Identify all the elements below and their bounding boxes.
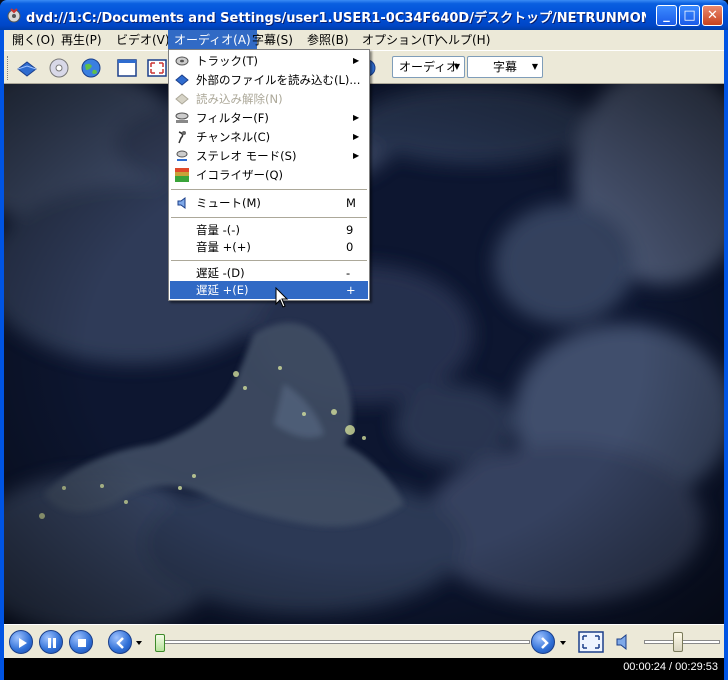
minimize-button[interactable]: _ — [656, 5, 677, 26]
menu-separator — [171, 260, 367, 261]
menu-video[interactable]: ビデオ(V) — [110, 30, 176, 50]
stop-icon — [78, 639, 86, 647]
stop-button[interactable] — [69, 630, 93, 654]
seek-bar[interactable] — [155, 634, 530, 652]
forward-menu-arrow-icon[interactable] — [559, 639, 567, 647]
menu-item-label: 音量 +(+) — [196, 240, 251, 254]
menu-item-unload: 読み込み解除(N) — [170, 90, 368, 108]
menu-separator — [171, 189, 367, 190]
volume-handle[interactable] — [672, 632, 683, 652]
submenu-arrow-icon: ▶ — [353, 132, 360, 141]
subtitle-dropdown-label: 字幕 — [492, 60, 517, 74]
menu-separator — [171, 217, 367, 218]
fullscreen-icon[interactable] — [146, 57, 168, 79]
mute-icon — [177, 197, 186, 209]
app-icon — [7, 8, 21, 23]
unload-icon — [175, 93, 189, 105]
menu-item-volume-up[interactable]: 音量 +(+) 0 — [170, 238, 368, 256]
menu-item-filter[interactable]: フィルター(F) ▶ — [170, 109, 368, 127]
channel-icon — [178, 131, 186, 144]
menu-audio[interactable]: オーディオ(A) — [168, 30, 257, 50]
menu-item-volume-down[interactable]: 音量 -(-) 9 — [170, 221, 368, 239]
menu-open[interactable]: 開く(O) — [6, 30, 61, 50]
menu-item-shortcut: 9 — [346, 223, 354, 237]
load-file-icon — [175, 74, 189, 86]
rewind-menu-arrow-icon[interactable] — [135, 639, 143, 647]
menu-item-label: チャンネル(C) — [196, 130, 271, 144]
stereo-icon — [176, 150, 188, 161]
menu-item-channel[interactable]: チャンネル(C) ▶ — [170, 128, 368, 146]
menu-item-mute[interactable]: ミュート(M) M — [170, 194, 368, 212]
close-button[interactable]: ✕ — [702, 5, 723, 26]
title-bar[interactable]: dvd://1:C:/Documents and Settings/user1.… — [0, 0, 728, 30]
menu-item-label: ステレオ モード(S) — [196, 149, 297, 163]
menu-item-delay-down[interactable]: 遅延 -(D) - — [170, 264, 368, 282]
filter-icon — [175, 112, 189, 123]
globe-icon[interactable] — [80, 57, 102, 79]
menu-item-label: 読み込み解除(N) — [196, 92, 283, 106]
forward-icon — [541, 637, 549, 649]
menu-play[interactable]: 再生(P) — [55, 30, 108, 50]
menu-item-stereo-mode[interactable]: ステレオ モード(S) ▶ — [170, 147, 368, 165]
submenu-arrow-icon: ▶ — [353, 151, 360, 160]
menu-item-label: フィルター(F) — [196, 111, 269, 125]
maximize-button[interactable]: □ — [679, 5, 700, 26]
menu-bar: 開く(O) 再生(P) ビデオ(V) オーディオ(A) 字幕(S) 参照(B) … — [4, 30, 724, 50]
open-file-icon[interactable] — [16, 57, 38, 79]
status-bar: 00:00:24 / 00:29:53 — [4, 658, 724, 680]
menu-item-shortcut: M — [346, 196, 356, 210]
chevron-down-icon: ▼ — [453, 62, 460, 71]
submenu-arrow-icon: ▶ — [353, 56, 360, 65]
equalizer-icon — [175, 168, 189, 182]
menu-item-load-external[interactable]: 外部のファイルを読み込む(L)... — [170, 71, 368, 89]
disc-icon[interactable] — [48, 57, 70, 79]
play-button[interactable] — [9, 630, 33, 654]
menu-item-label: トラック(T) — [196, 54, 258, 68]
window-mode-icon[interactable] — [116, 57, 138, 79]
menu-item-shortcut: 0 — [346, 240, 354, 254]
audio-track-dropdown[interactable]: オーディオ ▼ — [392, 56, 465, 78]
volume-slider[interactable] — [644, 632, 720, 652]
menu-subtitles[interactable]: 字幕(S) — [246, 30, 299, 50]
speaker-icon — [175, 56, 189, 66]
fullscreen-toggle-icon[interactable] — [578, 630, 604, 654]
audio-dropdown-label: オーディオ — [399, 60, 459, 74]
window-title: dvd://1:C:/Documents and Settings/user1.… — [26, 11, 646, 26]
menu-item-label: イコライザー(Q) — [196, 168, 284, 182]
menu-browse[interactable]: 参照(B) — [301, 30, 355, 50]
menu-item-shortcut: - — [346, 266, 351, 280]
app-window: dvd://1:C:/Documents and Settings/user1.… — [0, 0, 728, 680]
pause-icon — [48, 638, 56, 648]
chevron-down-icon: ▼ — [531, 62, 538, 71]
subtitle-dropdown[interactable]: 字幕 ▼ — [467, 56, 543, 78]
play-icon — [19, 638, 27, 648]
menu-item-label: ミュート(M) — [196, 196, 261, 210]
menu-item-shortcut: + — [346, 283, 356, 297]
volume-icon[interactable] — [614, 632, 634, 652]
time-display: 00:00:24 / 00:29:53 — [623, 661, 718, 673]
rewind-button[interactable] — [108, 630, 132, 654]
menu-item-label: 外部のファイルを読み込む(L)... — [196, 73, 361, 87]
rewind-icon — [116, 637, 124, 649]
toolbar-grip[interactable] — [7, 56, 10, 80]
menu-item-track[interactable]: トラック(T) ▶ — [170, 52, 368, 70]
forward-button[interactable] — [531, 630, 555, 654]
seek-handle[interactable] — [155, 634, 165, 652]
menu-item-label: 遅延 -(D) — [196, 266, 245, 280]
menu-help[interactable]: ヘルプ(H) — [430, 30, 496, 50]
menu-item-label: 音量 -(-) — [196, 223, 240, 237]
menu-item-equalizer[interactable]: イコライザー(Q) — [170, 166, 368, 184]
mouse-cursor-icon — [275, 287, 289, 308]
playback-controls — [4, 624, 724, 658]
audio-menu: トラック(T) ▶ 外部のファイルを読み込む(L)... 読み込み解除(N) フ… — [168, 49, 370, 301]
menu-item-label: 遅延 +(E) — [196, 283, 249, 297]
submenu-arrow-icon: ▶ — [353, 113, 360, 122]
pause-button[interactable] — [39, 630, 63, 654]
menu-item-delay-up[interactable]: 遅延 +(E) + — [170, 281, 368, 299]
